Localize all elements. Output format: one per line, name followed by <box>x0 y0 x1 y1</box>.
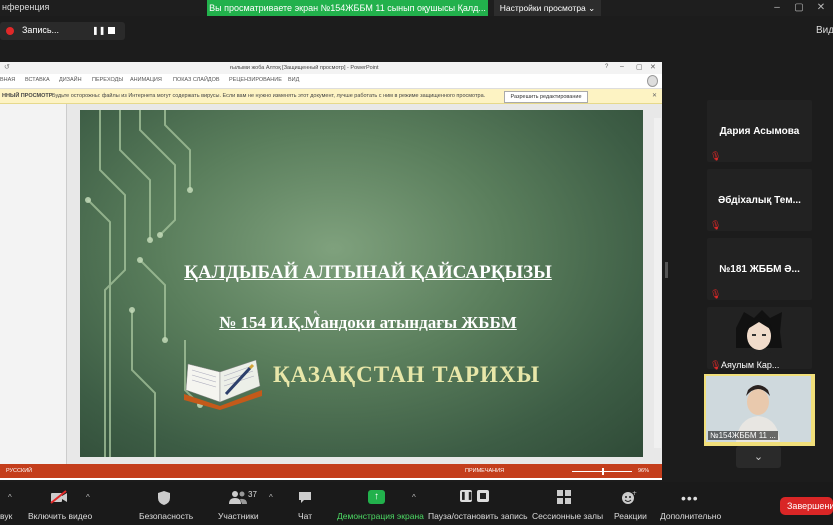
enable-editing-button[interactable]: Разрешить редактирование <box>504 91 588 103</box>
slide-subject-title: ҚАЗАҚСТАН ТАРИХЫ <box>273 362 541 387</box>
muted-mic-icon: 🎙 <box>710 360 722 370</box>
slide-scrollbar[interactable] <box>654 118 661 448</box>
video-options-caret[interactable]: ^ <box>86 493 90 502</box>
status-language: РУССКИЙ <box>6 468 33 474</box>
view-options-button[interactable]: Настройки просмотра ⌄ <box>494 0 601 16</box>
scroll-down-button[interactable]: ⌄ <box>736 446 781 468</box>
tab-insert[interactable]: ВСТАВКА <box>25 77 50 83</box>
pause-recording-icon[interactable]: ❚❚ <box>92 26 105 35</box>
tab-design[interactable]: ДИЗАЙН <box>59 77 82 83</box>
close-icon[interactable]: ✕ <box>814 1 828 15</box>
tab-slideshow[interactable]: ПОКАЗ СЛАЙДОВ <box>173 77 220 83</box>
minimize-icon[interactable]: – <box>770 1 784 15</box>
slide-author-name: ҚАЛДЫБАЙ АЛТЫНАЙ ҚАЙСАРҚЫЗЫ <box>184 262 552 283</box>
more-options-icon[interactable]: ••• <box>681 490 699 506</box>
protected-view-label: ННЫЙ ПРОСМОТР <box>2 93 53 99</box>
video-off-icon[interactable] <box>50 490 68 504</box>
pause-icon[interactable]: ❚❚ <box>460 490 473 502</box>
ppt-title: ғылыми жоба Алтоқ [Защищенный просмотр] … <box>230 65 379 71</box>
protected-view-message: Будьте осторожны: файлы из Интернета мог… <box>52 93 486 99</box>
muted-mic-icon: 🎙 <box>710 151 722 161</box>
participants-count: 37 <box>248 490 257 499</box>
security-button[interactable]: Безопасность <box>139 511 193 521</box>
open-book-icon <box>184 360 262 410</box>
end-meeting-button[interactable]: Завершение <box>780 497 833 515</box>
window-title: нференция <box>2 2 50 12</box>
participant-name: №154ЖББМ 11 ... <box>708 431 778 440</box>
tab-transitions[interactable]: ПЕРЕХОДЫ <box>92 77 123 83</box>
reactions-button[interactable]: Реакции <box>614 511 647 521</box>
help-icon[interactable]: ? <box>605 64 608 70</box>
audio-options-caret[interactable]: ^ <box>8 493 12 502</box>
ppt-minimize-icon[interactable]: – <box>620 63 624 70</box>
ppt-status-bar <box>0 464 662 478</box>
svg-text:+: + <box>632 490 637 497</box>
chat-button[interactable]: Чат <box>298 511 312 521</box>
tab-animation[interactable]: АНИМАЦИЯ <box>130 77 162 83</box>
share-options-caret[interactable]: ^ <box>412 493 416 502</box>
reactions-icon[interactable]: + <box>621 490 637 505</box>
stop-recording-icon[interactable] <box>108 27 115 34</box>
recording-indicator <box>0 22 125 40</box>
protected-bar-close-icon[interactable]: ✕ <box>652 92 657 99</box>
share-banner: Вы просматриваете экран №154ЖББМ 11 сыны… <box>207 0 488 16</box>
chat-icon[interactable] <box>298 491 312 504</box>
stop-icon[interactable] <box>477 490 489 502</box>
more-button[interactable]: Дополнительно <box>660 511 721 521</box>
ppt-restore-icon[interactable]: ▢ <box>636 63 643 71</box>
muted-mic-icon: 🎙 <box>710 289 722 299</box>
start-video-button[interactable]: Включить видео <box>28 511 92 521</box>
participant-name: Дария Асымова <box>719 126 800 137</box>
ppt-close-icon[interactable]: ✕ <box>650 63 656 71</box>
slide-thumbnails-pane[interactable] <box>0 104 67 464</box>
zoom-level: 96% <box>638 468 650 474</box>
security-shield-icon[interactable] <box>157 490 171 506</box>
tab-review[interactable]: РЕЦЕНЗИРОВАНИЕ <box>229 77 282 83</box>
view-mode-button[interactable]: Вид <box>816 25 833 36</box>
participant-name: №181 ЖББМ Ә... <box>719 264 800 275</box>
share-screen-icon[interactable]: ↑ <box>368 490 385 504</box>
tab-home[interactable]: ВНАЯ <box>0 77 15 83</box>
panel-resize-handle[interactable] <box>665 262 668 278</box>
participants-button[interactable]: Участники <box>218 511 259 521</box>
notes-button[interactable]: ПРИМЕЧАНИЯ <box>465 468 504 474</box>
zoom-slider-thumb[interactable] <box>602 468 604 475</box>
tab-view[interactable]: ВИД <box>288 77 299 83</box>
participants-options-caret[interactable]: ^ <box>269 493 273 502</box>
muted-mic-icon: 🎙 <box>710 220 722 230</box>
mouse-cursor-icon: ↖ <box>313 308 321 318</box>
recording-label: Запись... <box>22 25 60 35</box>
breakout-rooms-icon[interactable] <box>557 490 571 504</box>
participant-name: Әбдіхалық Тем... <box>718 195 801 206</box>
audio-button-label[interactable]: вук <box>0 511 12 521</box>
pause-stop-recording-button[interactable]: Пауза/остановить запись <box>428 511 528 521</box>
slide-school-name: № 154 И.Қ.Мандоки атындағы ЖББМ <box>219 313 517 332</box>
participants-icon[interactable] <box>228 490 248 504</box>
record-dot-icon <box>6 27 14 35</box>
user-avatar-icon[interactable] <box>647 75 658 87</box>
undo-icon[interactable]: ↺ <box>4 63 10 71</box>
participant-avatar <box>736 310 782 366</box>
maximize-icon[interactable]: ▢ <box>792 1 806 15</box>
participant-name: Аяулым Кар... <box>721 360 780 370</box>
breakout-rooms-button[interactable]: Сессионные залы <box>532 511 603 521</box>
share-screen-button[interactable]: Демонстрация экрана <box>337 511 424 521</box>
